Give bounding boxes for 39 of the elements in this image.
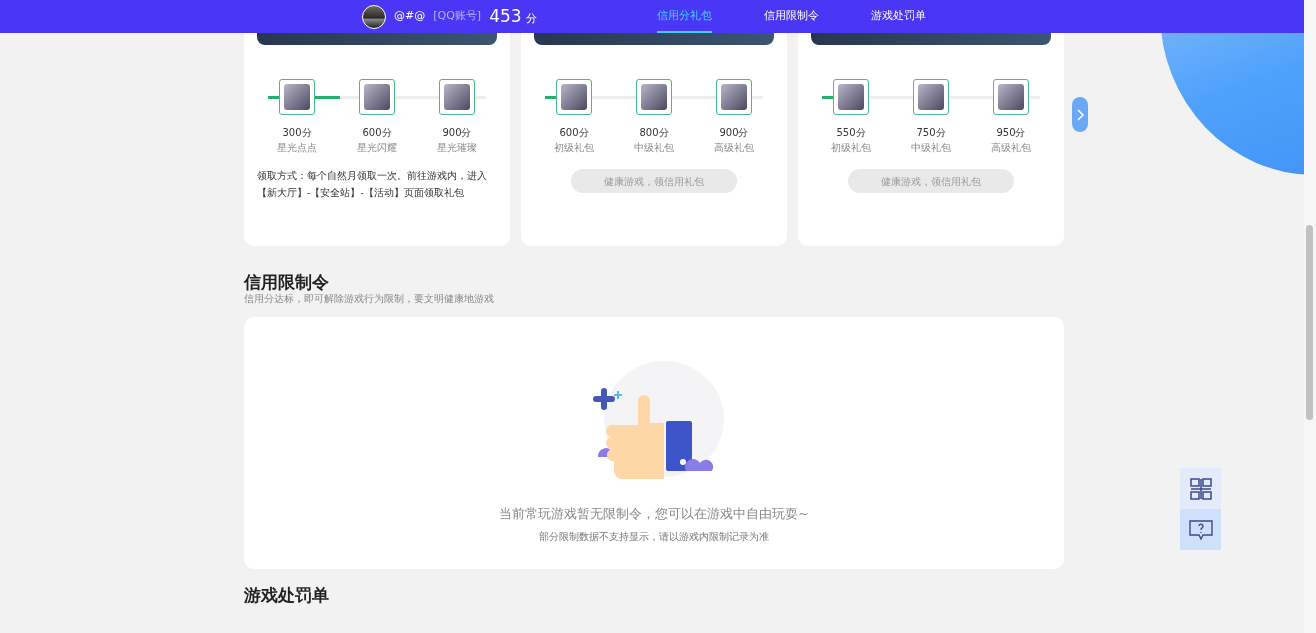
tier-name: 星光璀璨 [435,141,478,155]
empty-note: 部分限制数据不支持显示，请以游戏内限制记录为准 [539,530,769,545]
tier-name: 初级礼包 [830,141,872,155]
qr-code-button[interactable] [1180,468,1221,509]
chevron-right-icon [1076,109,1084,121]
tier-name: 星光点点 [276,141,318,155]
score-unit: 分 [525,10,537,27]
tier-name: 中级礼包 [909,141,952,155]
tier-points: 950分 [995,126,1027,140]
tier-points: 550分 [835,126,867,140]
next-button[interactable] [1072,97,1088,132]
section-title: 游戏处罚单 [244,584,330,606]
tier-name: 初级礼包 [553,141,595,155]
account-type: [QQ账号] [433,8,482,25]
section-title: 信用限制令 [244,272,330,293]
nav-tab[interactable]: 游戏处罚单 [870,0,926,34]
tier-name: 高级礼包 [989,141,1032,155]
qr-code-icon [1188,476,1213,501]
scrollbar-thumb[interactable] [1306,225,1313,420]
claim-instructions: 领取方式：每个自然月领取一次。前往游戏内，进入【新大厅】-【安全站】-【活动】页面领取礼包 [257,169,488,200]
tier-points: 800分 [638,126,670,140]
credit-score: 453 [489,4,522,28]
help-button[interactable] [1180,509,1221,550]
tier-name: 高级礼包 [712,141,755,155]
tier-points: 300分 [281,126,313,140]
scrollbar[interactable] [1304,0,1316,633]
nav-tab[interactable]: 信用限制令 [763,0,819,34]
tier-points: 900分 [718,126,750,140]
tier-name: 星光闪耀 [355,141,398,155]
tier-points: 600分 [361,126,393,140]
tier-points: 900分 [441,126,473,140]
help-chat-icon [1187,517,1214,542]
avatar-picture [362,4,386,29]
tier-points: 600分 [558,126,590,140]
tier-points: 750分 [915,126,947,140]
tier-name: 中级礼包 [632,141,675,155]
user-name: @#@ [394,8,426,25]
section-subtitle: 信用分达标，即可解除游戏行为限制，要文明健康地游戏 [244,292,495,307]
empty-message: 当前常玩游戏暂无限制令，您可以在游戏中自由玩耍~ [499,504,809,523]
